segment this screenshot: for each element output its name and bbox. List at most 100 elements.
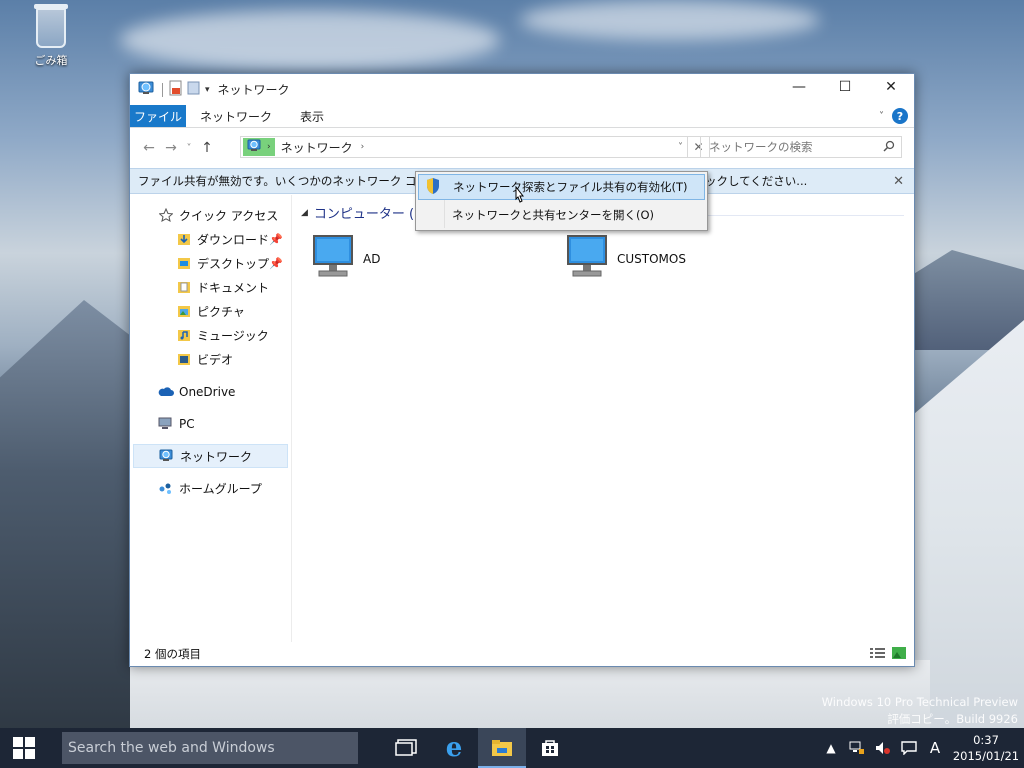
menu-item-label: ネットワークと共有センターを開く(O): [452, 208, 655, 222]
expand-ribbon-icon[interactable]: ˅: [879, 111, 884, 122]
status-bar: 2 個の項目: [130, 642, 914, 666]
search-input[interactable]: ネットワークの検索: [700, 136, 902, 158]
sidebar-item-label: OneDrive: [179, 385, 236, 399]
search-icon[interactable]: [883, 140, 895, 155]
sidebar-item-label: ネットワーク: [180, 449, 253, 464]
task-view-button[interactable]: [382, 728, 430, 768]
close-button[interactable]: ✕: [868, 74, 914, 100]
sidebar-item-quick-access[interactable]: クイック アクセス: [130, 203, 291, 227]
sidebar-item-desktop[interactable]: デスクトップ 📌: [130, 251, 291, 275]
sidebar-item-label: ダウンロード: [197, 232, 270, 247]
sidebar-item-videos[interactable]: ビデオ: [130, 347, 291, 371]
sidebar-item-documents[interactable]: ドキュメント: [130, 275, 291, 299]
properties-icon[interactable]: [169, 80, 183, 99]
documents-folder-icon: [176, 279, 192, 295]
item-count: 2 個の項目: [144, 647, 201, 661]
open-network-sharing-center-menu-item[interactable]: ネットワークと共有センターを開く(O): [418, 202, 705, 228]
onedrive-cloud-icon: [158, 384, 174, 400]
network-status-icon[interactable]: [844, 741, 870, 755]
system-tray: ▲ A 0:37 2015/01/21: [818, 728, 1024, 768]
window-title: ネットワーク: [217, 83, 290, 97]
sidebar-item-label: PC: [179, 417, 195, 431]
sidebar-item-network[interactable]: ネットワーク: [133, 444, 288, 468]
new-folder-icon[interactable]: [187, 80, 201, 99]
file-explorer-button[interactable]: [478, 728, 526, 768]
details-view-icon[interactable]: [870, 647, 886, 662]
tab-network[interactable]: ネットワーク: [186, 105, 286, 127]
chevron-right-icon: ›: [267, 142, 271, 152]
back-button[interactable]: ←: [138, 140, 160, 156]
infobar-close-icon[interactable]: ✕: [893, 174, 904, 189]
tab-file[interactable]: ファイル: [130, 105, 186, 127]
collapse-icon[interactable]: ◢: [301, 208, 308, 218]
quick-access-toolbar: ▾: [130, 80, 210, 99]
recycle-bin-label: ごみ箱: [34, 54, 68, 67]
homegroup-icon: [158, 480, 174, 496]
maximize-button[interactable]: ☐: [822, 74, 868, 100]
uac-shield-icon: [425, 177, 441, 198]
volume-muted-icon[interactable]: [870, 741, 896, 755]
snow-ground: [130, 660, 930, 730]
mouse-cursor: [512, 185, 526, 209]
group-header[interactable]: ◢ コンピューター (2): [301, 203, 427, 222]
large-icons-view-icon[interactable]: [892, 647, 906, 662]
videos-folder-icon: [176, 351, 192, 367]
folder-icon: [492, 740, 512, 756]
sidebar-item-label: ビデオ: [197, 352, 234, 367]
pin-icon[interactable]: 📌: [269, 257, 283, 270]
clock[interactable]: 0:37 2015/01/21: [948, 732, 1024, 764]
sidebar-item-onedrive[interactable]: OneDrive: [130, 380, 291, 404]
monitor-icon: [567, 235, 607, 282]
infobar-context-menu: ネットワーク探索とファイル共有の有効化(T) ネットワークと共有センターを開く(…: [415, 171, 708, 231]
help-icon[interactable]: ?: [892, 108, 908, 124]
explorer-window: ▾ ネットワーク — ☐ ✕ ファイル ネットワーク 表示 ˅ ? ← → ˅ …: [129, 73, 915, 667]
desktop-folder-icon: [176, 255, 192, 271]
network-icon[interactable]: [138, 80, 156, 99]
store-button[interactable]: [526, 728, 574, 768]
sidebar-item-label: ホームグループ: [179, 481, 262, 496]
internet-explorer-button[interactable]: e: [430, 728, 478, 768]
cloud: [120, 10, 500, 70]
address-bar[interactable]: › ネットワーク › ˅: [240, 136, 688, 158]
address-root[interactable]: ›: [243, 138, 275, 156]
sidebar-item-pictures[interactable]: ピクチャ: [130, 299, 291, 323]
sidebar-item-downloads[interactable]: ダウンロード 📌: [130, 227, 291, 251]
ribbon-tabs: ファイル ネットワーク 表示 ˅ ?: [130, 105, 914, 128]
downloads-folder-icon: [176, 231, 192, 247]
computer-item[interactable]: CUSTOMOS: [567, 235, 686, 282]
enable-network-discovery-menu-item[interactable]: ネットワーク探索とファイル共有の有効化(T): [418, 174, 705, 200]
show-hidden-icons-icon[interactable]: ▲: [818, 741, 844, 755]
start-button[interactable]: [0, 728, 48, 768]
recent-locations-button[interactable]: ˅: [182, 143, 196, 154]
pictures-folder-icon: [176, 303, 192, 319]
address-dropdown-icon[interactable]: ˅: [678, 142, 683, 153]
navigation-pane: クイック アクセス ダウンロード 📌 デスクトップ 📌 ドキュメント ピクチャ …: [130, 195, 292, 642]
minimize-button[interactable]: —: [776, 74, 822, 100]
computer-name: AD: [363, 251, 381, 266]
up-button[interactable]: ↑: [196, 140, 218, 156]
mountain-right: [904, 250, 1024, 350]
chevron-right-icon[interactable]: ›: [361, 142, 365, 152]
sidebar-item-homegroup[interactable]: ホームグループ: [130, 476, 291, 500]
recycle-bin-icon: [34, 4, 68, 48]
title-bar[interactable]: ▾ ネットワーク — ☐ ✕: [130, 74, 914, 105]
pin-icon[interactable]: 📌: [269, 233, 283, 246]
internet-explorer-icon: e: [445, 733, 463, 763]
qat-dropdown-icon[interactable]: ▾: [205, 85, 210, 95]
ime-indicator[interactable]: A: [922, 739, 948, 757]
sidebar-item-label: ピクチャ: [197, 304, 245, 319]
sidebar-item-label: ドキュメント: [197, 280, 270, 295]
mountain-left: [0, 300, 140, 730]
store-icon: [542, 740, 558, 756]
taskbar-search-input[interactable]: Search the web and Windows: [62, 732, 358, 764]
watermark-build: 評価コピー。Build 9926: [887, 712, 1018, 726]
sidebar-item-pc[interactable]: PC: [130, 412, 291, 436]
recycle-bin[interactable]: ごみ箱: [26, 4, 76, 68]
tab-view[interactable]: 表示: [286, 105, 338, 127]
action-center-icon[interactable]: [896, 741, 922, 755]
computer-item[interactable]: AD: [313, 235, 380, 282]
address-location[interactable]: ネットワーク: [281, 139, 353, 156]
forward-button[interactable]: →: [160, 140, 182, 156]
sidebar-item-music[interactable]: ミュージック: [130, 323, 291, 347]
taskbar: Search the web and Windows e ▲ A 0:37 20…: [0, 728, 1024, 768]
